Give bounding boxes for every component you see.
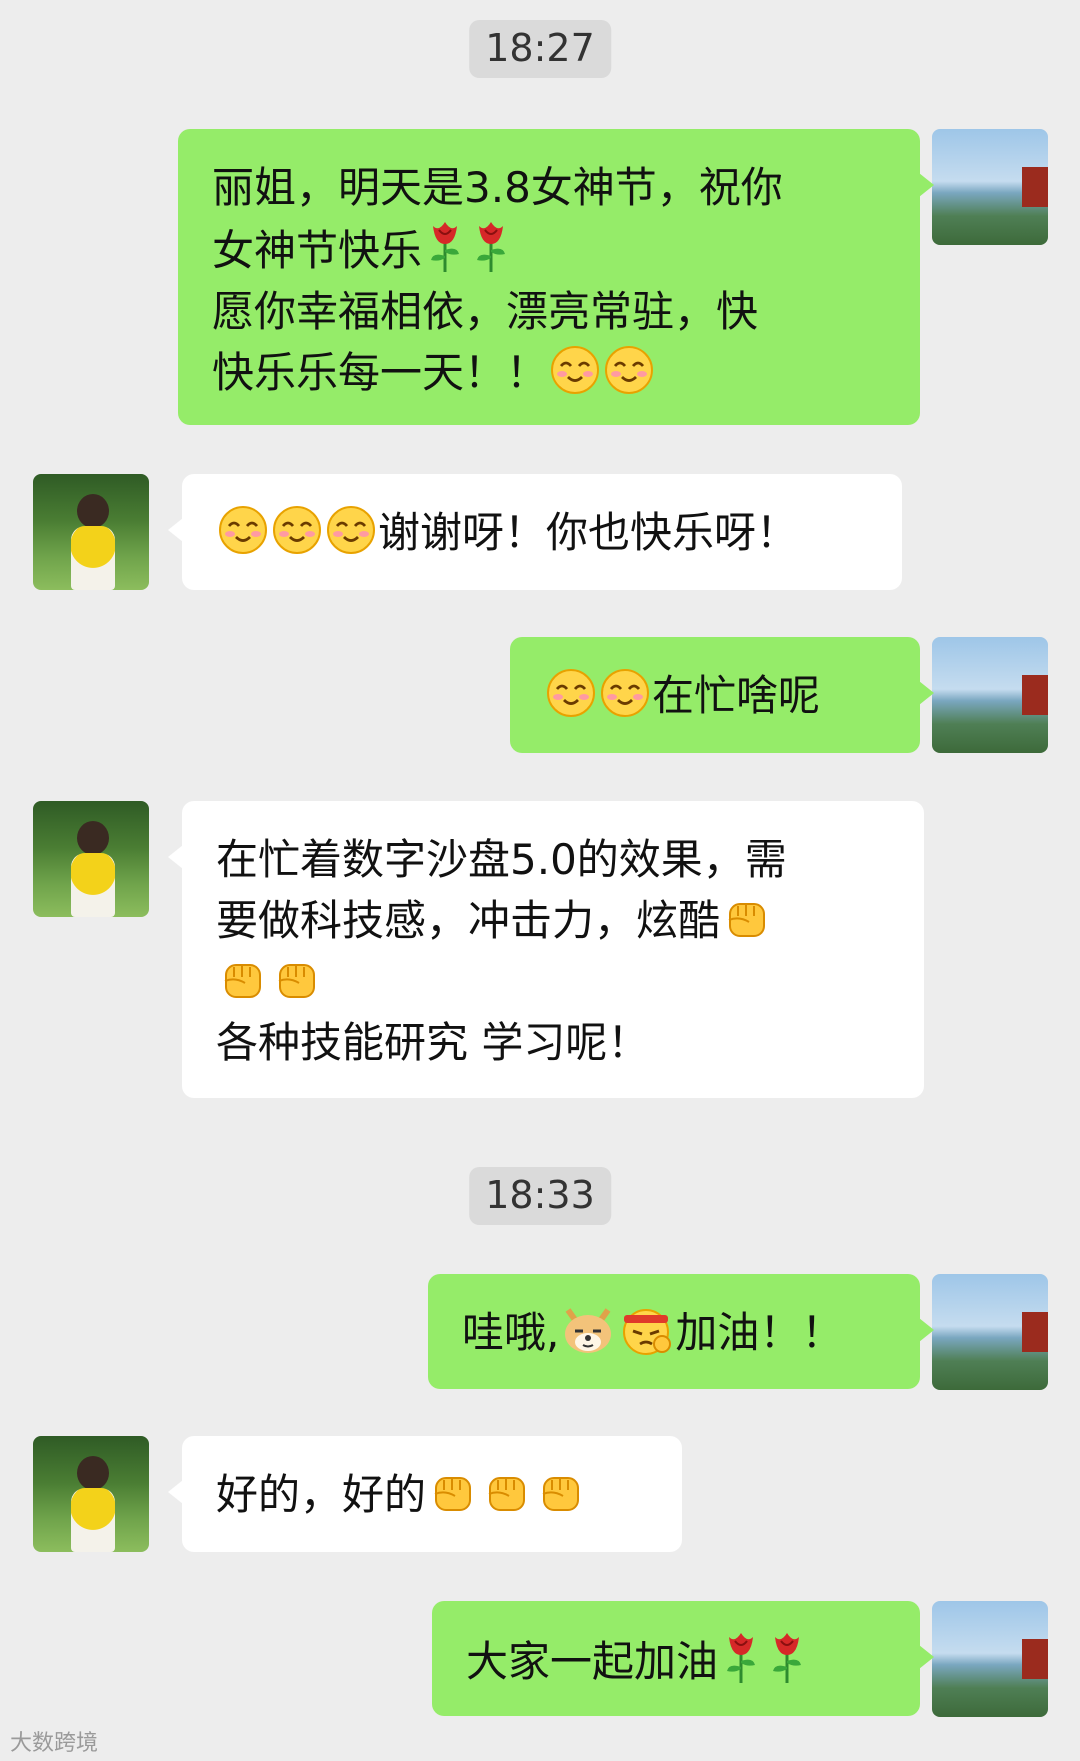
chat-timestamp: 18:27 [469, 20, 611, 78]
message-text: 要做科技感，冲击力，炫酷 [216, 896, 721, 945]
rose-icon [719, 1629, 763, 1685]
chat-timestamp: 18:33 [469, 1167, 611, 1225]
rose-icon [469, 218, 513, 274]
message-line: 快乐乐每一天！！ [212, 342, 886, 403]
message-line: 丽姐，明天是3.8女神节，祝你 [212, 157, 886, 218]
message-text: 好的，好的 [216, 1470, 427, 1519]
self-avatar[interactable] [932, 129, 1048, 245]
message-text: 愿你幸福相依，漂亮常驻，快 [212, 287, 759, 336]
message-bubble-received[interactable]: 谢谢呀！你也快乐呀！ [168, 474, 902, 590]
smile-icon [599, 667, 651, 719]
message-bubble-sent[interactable]: 丽姐，明天是3.8女神节，祝你 女神节快乐愿你幸福相依，漂亮常驻，快 快乐乐每一天！… [178, 129, 934, 425]
contact-avatar[interactable] [33, 1436, 149, 1552]
message-bubble-received[interactable]: 在忙着数字沙盘5.0的效果，需 要做科技感，冲击力，炫酷 各种技能研究 学习呢！ [168, 801, 924, 1098]
fist-icon [217, 953, 269, 1005]
smile-icon [603, 344, 655, 396]
message-line: 要做科技感，冲击力，炫酷 [216, 890, 890, 951]
message-text: 大家一起加油 [466, 1637, 719, 1686]
rose-icon [423, 218, 467, 274]
self-avatar[interactable] [932, 1274, 1048, 1390]
smile-icon [325, 504, 377, 556]
message-line: 在忙着数字沙盘5.0的效果，需 [216, 829, 890, 890]
self-avatar[interactable] [932, 637, 1048, 753]
fist-icon [721, 892, 773, 944]
message-line: 愿你幸福相依，漂亮常驻，快 [212, 281, 886, 342]
message-line: 好的，好的 [216, 1464, 648, 1525]
message-line [216, 951, 890, 1012]
message-bubble-received[interactable]: 好的，好的 [168, 1436, 682, 1552]
message-line: 哇哦, 加油！！ [462, 1302, 886, 1363]
rose-icon [765, 1629, 809, 1685]
contact-avatar[interactable] [33, 801, 149, 917]
message-text: 快乐乐每一天！！ [212, 348, 549, 397]
fist-icon [535, 1466, 587, 1518]
message-text: 谢谢呀！你也快乐呀！ [378, 508, 799, 557]
message-line: 大家一起加油 [466, 1629, 886, 1692]
message-text: 女神节快乐 [212, 226, 423, 275]
message-line: 各种技能研究 学习呢！ [216, 1012, 890, 1073]
message-line: 在忙啥呢 [544, 665, 886, 726]
smile-icon [217, 504, 269, 556]
fist-icon [481, 1466, 533, 1518]
doge-icon [560, 1304, 616, 1356]
message-line: 谢谢呀！你也快乐呀！ [216, 502, 868, 563]
message-text: 各种技能研究 学习呢！ [216, 1018, 650, 1067]
message-bubble-sent[interactable]: 大家一起加油 [432, 1601, 934, 1716]
message-bubble-sent[interactable]: 在忙啥呢 [510, 637, 934, 753]
message-bubble-sent[interactable]: 哇哦, 加油！！ [428, 1274, 934, 1389]
watermark: 大数跨境 [10, 1731, 99, 1756]
message-text: 哇哦, [462, 1308, 560, 1357]
determined-icon [618, 1304, 674, 1356]
fist-icon [271, 953, 323, 1005]
contact-avatar[interactable] [33, 474, 149, 590]
self-avatar[interactable] [932, 1601, 1048, 1717]
message-text: 加油！！ [675, 1308, 844, 1357]
message-text: 在忙啥呢 [652, 671, 821, 720]
message-text: 在忙着数字沙盘5.0的效果，需 [216, 835, 787, 884]
smile-icon [549, 344, 601, 396]
fist-icon [427, 1466, 479, 1518]
smile-icon [271, 504, 323, 556]
message-line: 女神节快乐 [212, 218, 886, 281]
message-text: 丽姐，明天是3.8女神节，祝你 [212, 163, 783, 212]
smile-icon [545, 667, 597, 719]
